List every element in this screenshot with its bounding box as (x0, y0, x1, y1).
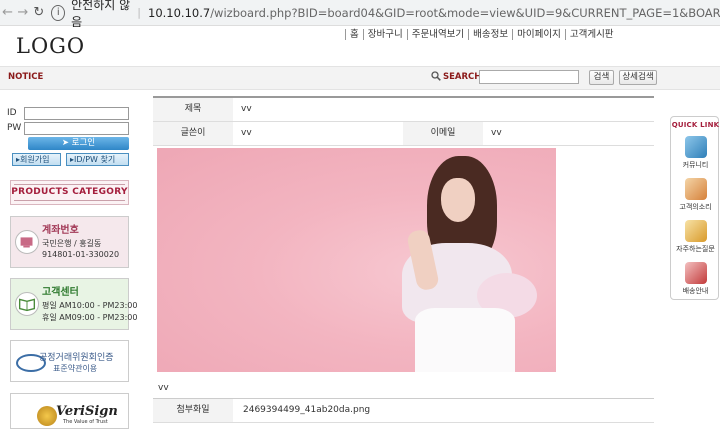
menu-cart[interactable]: 장바구니 (362, 29, 407, 40)
menu-mypage[interactable]: 마이페이지 (512, 29, 565, 40)
join-button[interactable]: ▸회원가입 (12, 153, 61, 166)
attachment-link[interactable]: 2469394499_41ab20da.png (237, 399, 370, 422)
arrow-right-icon: ➤ (61, 138, 72, 148)
verisign-badge[interactable]: VeriSign The Value of Trust (10, 393, 129, 429)
author-value: vv (241, 128, 252, 138)
service-holiday: 휴일 AM09:00 - PM23:00 (42, 313, 138, 322)
subject-label: 제목 (153, 98, 233, 121)
id-input[interactable] (24, 107, 129, 120)
menu-home[interactable]: 홈 (345, 29, 363, 40)
forward-icon[interactable]: → (15, 5, 30, 20)
security-status[interactable]: 안전하지 않음 (71, 0, 130, 30)
email-value: vv (491, 128, 502, 138)
quick-link-community[interactable]: 커뮤니티 (673, 134, 718, 174)
account-bank: 국민은행 / 홍길동 (42, 239, 102, 248)
book-icon (15, 292, 39, 316)
browser-toolbar: ← → ↻ i 안전하지 않음 | 10.10.10.7/wizboard.ph… (0, 0, 720, 29)
service-title: 고객센터 (42, 287, 79, 298)
quick-link-title: QUICK LINK (671, 121, 720, 129)
account-number: 914801-01-330020 (42, 250, 120, 259)
url-host: 10.10.10.7 (148, 5, 211, 20)
products-category-title[interactable]: PRODUCTS CATEGORY (10, 180, 129, 205)
search-input[interactable] (479, 70, 579, 84)
ftc-line1: 공정거래위원회인증 (39, 353, 114, 363)
login-button[interactable]: ➤ 로그인 (28, 137, 129, 150)
detail-search-button[interactable]: 상세검색 (619, 70, 657, 85)
join-button-label: 회원가입 (20, 155, 50, 164)
find-account-button[interactable]: ▸ID/PW 찾기 (66, 153, 129, 166)
face-shape (441, 178, 475, 222)
site-logo[interactable]: LOGO (16, 34, 85, 58)
quick-link-voice[interactable]: 고객의소리 (673, 176, 718, 216)
menu-orders[interactable]: 주문내역보기 (406, 29, 468, 40)
verisign-seal-icon (37, 406, 57, 426)
bank-icon (15, 230, 39, 254)
info-icon[interactable]: i (51, 4, 66, 21)
pw-input[interactable] (24, 122, 129, 135)
menu-board[interactable]: 고객게시판 (564, 29, 618, 40)
community-icon (684, 136, 707, 158)
url-path: /wizboard.php?BID=board04&GID=root&mode=… (210, 5, 720, 20)
address-bar[interactable]: 10.10.10.7/wizboard.php?BID=board04&GID=… (148, 6, 720, 20)
verisign-tagline: The Value of Trust (63, 419, 108, 425)
search-button[interactable]: 검색 (589, 70, 614, 85)
attachment-label: 첨부화일 (153, 399, 233, 422)
ftc-certification-badge[interactable]: 공정거래위원회인증 표준약관이용 (10, 340, 129, 382)
quick-link-voice-label: 고객의소리 (679, 203, 712, 211)
menu-shipping[interactable]: 배송정보 (468, 29, 512, 40)
service-box: 고객센터 평일 AM10:00 - PM23:00 휴일 AM09:00 - P… (10, 278, 137, 330)
service-weekday: 평일 AM10:00 - PM23:00 (42, 301, 138, 310)
address-divider: | (137, 6, 141, 19)
ftc-line2: 표준약관이용 (53, 364, 98, 373)
quick-link-faq[interactable]: 자주하는질문 (673, 218, 718, 258)
subject-row: 제목 vv (153, 98, 654, 122)
author-label: 글쓴이 (153, 122, 233, 145)
notice-label[interactable]: NOTICE (8, 72, 43, 82)
quick-link-faq-label: 자주하는질문 (676, 245, 715, 253)
search-label: SEARCH (443, 72, 482, 82)
author-row: 글쓴이 vv 이메일 vv (153, 122, 654, 146)
find-account-label: ID/PW 찾기 (74, 155, 116, 164)
back-icon[interactable]: ← (0, 5, 15, 20)
post-image (157, 148, 556, 372)
pw-label: PW (7, 123, 22, 133)
voice-icon (684, 178, 707, 200)
reload-icon[interactable]: ↻ (30, 5, 47, 20)
verisign-brand: VeriSign (56, 404, 118, 419)
skirt-shape (415, 308, 515, 372)
account-box: 계좌번호 국민은행 / 홍길동 914801-01-330020 (10, 216, 129, 268)
quick-link-community-label: 커뮤니티 (682, 161, 709, 169)
faq-icon (684, 220, 707, 242)
top-menu: 홈 장바구니 주문내역보기 배송정보 마이페이지 고객게시판 (345, 29, 618, 40)
delivery-icon (684, 262, 707, 284)
login-button-label: 로그인 (71, 138, 96, 148)
id-label: ID (7, 108, 17, 118)
quick-link-delivery-label: 배송안내 (682, 287, 709, 295)
attachment-row: 첨부화일 2469394499_41ab20da.png (153, 399, 654, 423)
post-body-text: vv (158, 383, 169, 393)
email-label: 이메일 (403, 122, 483, 145)
search-icon (431, 71, 441, 81)
account-title: 계좌번호 (42, 225, 79, 236)
subject-value: vv (241, 104, 252, 114)
quick-link-delivery[interactable]: 배송안내 (673, 260, 718, 300)
quick-link-panel: QUICK LINK 커뮤니티 고객의소리 자주하는질문 배송안내 (670, 116, 719, 300)
